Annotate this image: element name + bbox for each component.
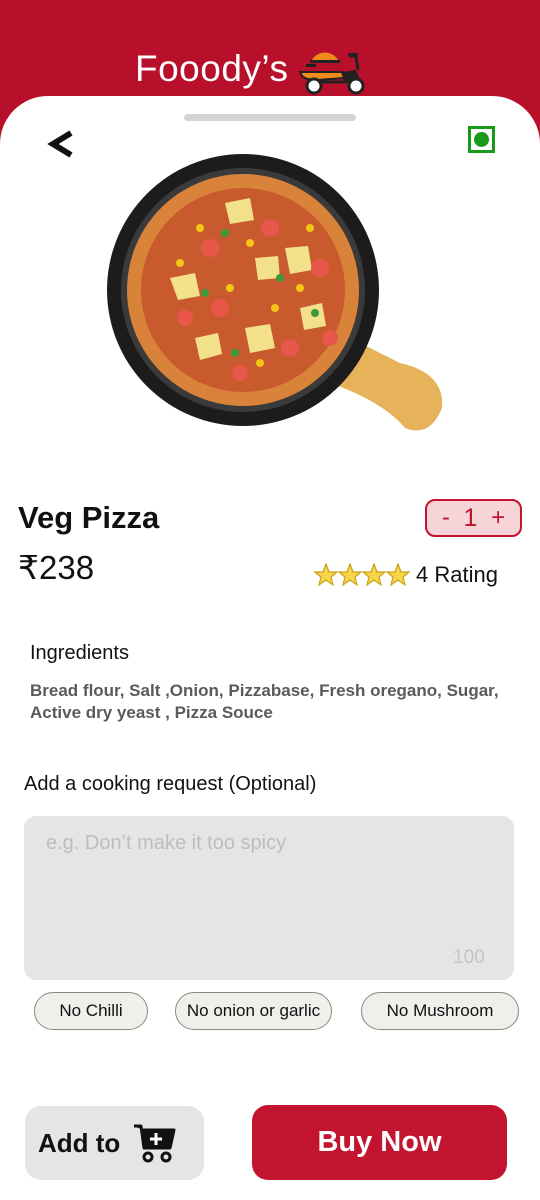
quantity-value: 1 [463,503,478,532]
star-icon [338,563,362,587]
ingredients-list: Bread flour, Salt ,Onion, Pizzabase, Fre… [30,681,499,722]
chip-no-onion-garlic[interactable]: No onion or garlic [175,992,332,1030]
rating-text: 4 Rating [416,562,498,587]
chip-no-mushroom[interactable]: No Mushroom [361,992,519,1030]
rating: 4 Rating [314,562,498,588]
app-title: Fooody’s [135,48,289,89]
chip-no-chilli[interactable]: No Chilli [34,992,148,1030]
decrement-button[interactable]: - [442,504,450,532]
star-icon [386,563,410,587]
star-icon [362,563,386,587]
char-limit-counter: 100 [453,947,485,968]
delivery-scooter-icon [298,52,365,95]
veg-indicator-icon [468,126,495,153]
product-price: ₹238 [18,549,95,586]
cooking-request-label: Add a cooking request (Optional) [24,773,317,795]
add-to-cart-label: Add to [38,1127,121,1158]
star-icon [314,563,338,587]
increment-button[interactable]: + [491,504,505,532]
rating-stars [314,563,410,587]
product-card: Veg Pizza - 1 + ₹238 4 Rating Ingredient… [0,96,540,1200]
chevron-left-icon [47,130,73,158]
back-button[interactable] [42,126,78,162]
ingredients-title: Ingredients [30,642,129,664]
product-name: Veg Pizza [18,500,160,535]
quantity-stepper[interactable]: - 1 + [425,499,522,537]
cooking-request-input[interactable] [24,816,514,980]
drag-handle[interactable] [184,114,356,121]
add-to-cart-button[interactable]: Add to [25,1106,204,1180]
pizza-image [107,154,443,431]
cart-plus-icon [134,1124,176,1163]
buy-now-button[interactable]: Buy Now [252,1105,507,1180]
